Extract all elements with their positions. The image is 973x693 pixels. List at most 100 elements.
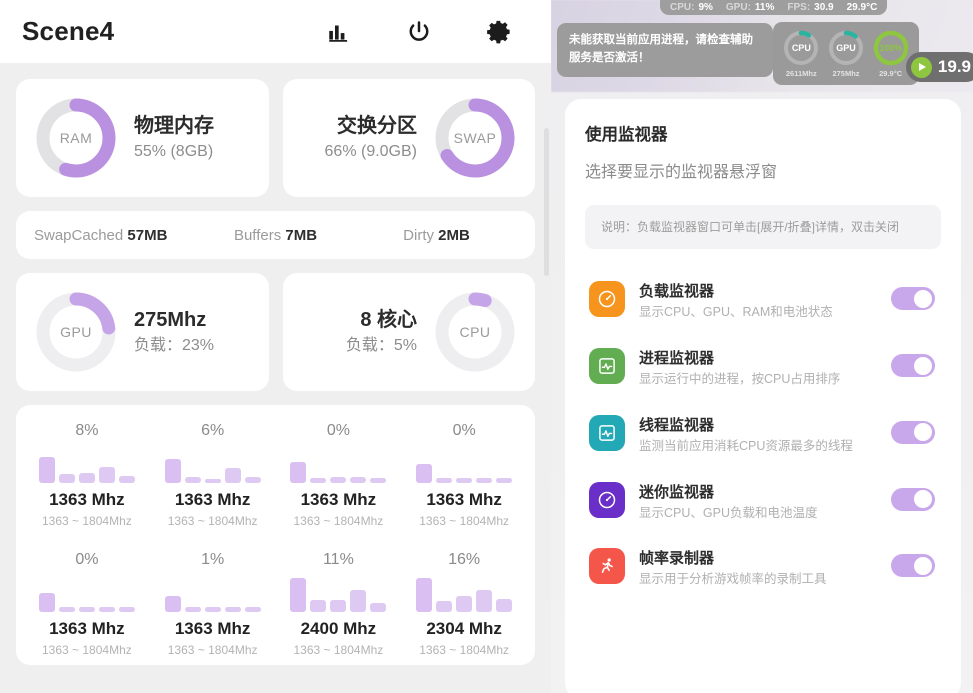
core-bar [476,590,492,612]
core-bar-chart [165,576,261,612]
app-bar-actions [325,18,529,46]
monitor-settings-card: 使用监视器 选择要显示的监视器悬浮窗 说明：负载监视器窗口可单击[展开/折叠]详… [565,99,961,693]
core-bar [350,590,366,612]
chart-icon[interactable] [325,18,353,46]
monitor-name: 帧率录制器 [639,547,877,568]
swap-ring-label: SWAP [433,96,517,180]
core-bar [456,478,472,483]
gear-icon[interactable] [485,18,513,46]
cpu-core-5: 1%1363 Mhz1363 ~ 1804Mhz [150,550,276,657]
buffers-item: Buffers 7MB [195,227,356,244]
gpu-card[interactable]: GPU 275Mhz 负载：23% [16,273,269,391]
app-bar: Scene4 [0,0,551,63]
cpu-core-1: 6%1363 Mhz1363 ~ 1804Mhz [150,421,276,528]
core-bar [225,607,241,612]
app-root: Scene4 [0,0,973,693]
core-bar [476,478,492,483]
monitor-text: 迷你监视器显示CPU、GPU负载和电池温度 [639,480,877,523]
core-frequency: 1363 Mhz [301,490,377,510]
core-bar [59,607,75,612]
swapcached-value: 57MB [127,227,167,244]
core-frequency-range: 1363 ~ 1804Mhz [294,643,384,657]
chip-gpu-label: GPU: [726,2,751,13]
core-bar [350,477,366,483]
core-bar-chart [165,447,261,483]
monitor-row[interactable]: 线程监视器监测当前应用消耗CPU资源最多的线程 [585,401,941,468]
core-frequency: 1363 Mhz [426,490,502,510]
power-icon[interactable] [405,18,433,46]
core-frequency: 1363 Mhz [175,619,251,639]
cpu-core-2: 0%1363 Mhz1363 ~ 1804Mhz [276,421,402,528]
monitor-toggle[interactable] [891,287,935,310]
monitor-toggle[interactable] [891,421,935,444]
cpu-ring-label: CPU [433,290,517,374]
core-bar-chart [290,447,386,483]
monitor-row[interactable]: 进程监视器显示运行中的进程，按CPU占用排序 [585,334,941,401]
mini-cell-cpu: CPU 2611Mhz [782,29,820,78]
ram-card[interactable]: RAM 物理内存 55% (8GB) [16,79,269,197]
mini-monitor-widget[interactable]: CPU 2611Mhz GPU 275Mhz [773,22,919,85]
dirty-label: Dirty [403,227,434,244]
core-frequency-range: 1363 ~ 1804Mhz [42,643,132,657]
monitor-row[interactable]: 负载监视器显示CPU、GPU、RAM和电池状态 [585,267,941,334]
cpu-core-3: 0%1363 Mhz1363 ~ 1804Mhz [401,421,527,528]
cpu-text: 8 核心 负载：5% [346,308,417,357]
cpu-core-0: 8%1363 Mhz1363 ~ 1804Mhz [24,421,150,528]
core-bar [59,474,75,483]
fps-pill-value: 19.9 [938,57,971,77]
monitor-text: 帧率录制器显示用于分析游戏帧率的录制工具 [639,546,877,589]
swap-card[interactable]: 交换分区 66% (9.0GB) SWAP [283,79,536,197]
mini-battery-sub: 29.9°C [879,69,902,78]
mini-cell-gpu: GPU 275Mhz [827,29,865,78]
core-percent: 1% [201,550,224,570]
monitor-list: 负载监视器显示CPU、GPU、RAM和电池状态进程监视器显示运行中的进程，按CP… [585,267,941,601]
dirty-value: 2MB [438,227,470,244]
settings-note: 说明：负载监视器窗口可单击[展开/折叠]详情，双击关闭 [585,205,941,249]
processor-cards-row: GPU 275Mhz 负载：23% 8 核心 负载：5% [16,273,535,391]
monitor-toggle[interactable] [891,554,935,577]
status-overlay-chip[interactable]: CPU: 9% GPU: 11% FPS: 30.9 29.9°C [660,0,887,15]
monitor-row[interactable]: 迷你监视器显示CPU、GPU负载和电池温度 [585,468,941,535]
fps-recorder-pill[interactable]: 19.9 [906,52,973,82]
core-percent: 11% [323,550,354,570]
core-bar [370,603,386,612]
monitor-toggle[interactable] [891,488,935,511]
chip-cpu-value: 9% [698,2,712,13]
monitor-name: 线程监视器 [639,414,877,435]
buffers-label: Buffers [234,227,281,244]
core-bar [185,477,201,483]
monitor-name: 进程监视器 [639,347,877,368]
core-bar [39,457,55,483]
monitor-name: 迷你监视器 [639,481,877,502]
buffers-value: 7MB [285,227,317,244]
core-bar [310,478,326,483]
monitor-toggle[interactable] [891,354,935,377]
monitor-name: 负载监视器 [639,280,877,301]
core-frequency-range: 1363 ~ 1804Mhz [42,514,132,528]
cpu-card[interactable]: 8 核心 负载：5% CPU [283,273,536,391]
monitor-description: 显示CPU、GPU、RAM和电池状态 [639,303,877,322]
play-icon[interactable] [911,57,932,78]
core-bar-chart [39,447,135,483]
core-bar [310,600,326,612]
core-bar-chart [416,576,512,612]
mini-cpu-sub: 2611Mhz [786,69,817,78]
ram-text: 物理内存 55% (8GB) [134,114,214,163]
mini-battery-label: 100% [872,29,910,67]
core-percent: 16% [448,550,480,570]
core-bar [416,464,432,483]
core-bar [119,607,135,612]
core-percent: 6% [201,421,224,441]
activity-icon [589,348,625,384]
chip-fps-label: FPS: [787,2,810,13]
core-bar [370,478,386,483]
dirty-item: Dirty 2MB [356,227,517,244]
monitor-row[interactable]: 帧率录制器显示用于分析游戏帧率的录制工具 [585,534,941,601]
monitor-description: 显示CPU、GPU负载和电池温度 [639,504,877,523]
core-frequency-range: 1363 ~ 1804Mhz [294,514,384,528]
pane-scrollbar[interactable] [544,128,549,276]
swap-title: 交换分区 [325,114,417,139]
monitor-text: 负载监视器显示CPU、GPU、RAM和电池状态 [639,279,877,322]
gauge-icon [589,281,625,317]
core-bar [39,593,55,612]
